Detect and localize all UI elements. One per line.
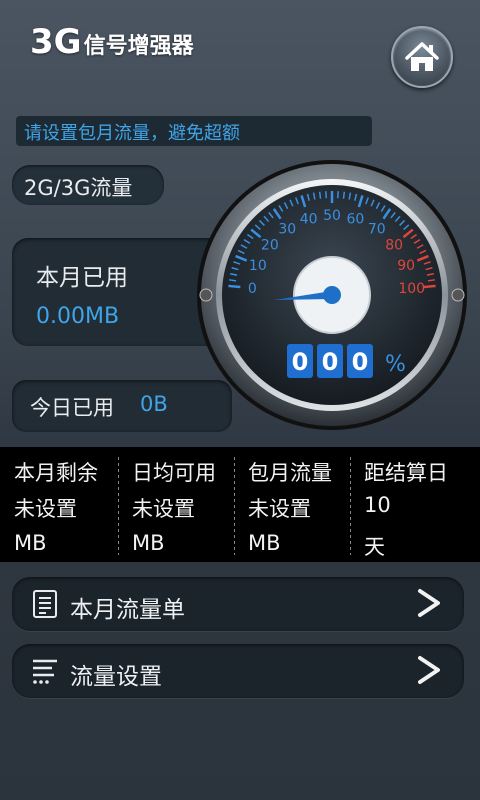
stat-unit: MB bbox=[248, 531, 281, 555]
app-title-main: 3G bbox=[30, 22, 82, 62]
quota-warning-banner: 请设置包月流量，避免超额 bbox=[16, 116, 372, 146]
quota-warning-text: 请设置包月流量，避免超额 bbox=[24, 123, 240, 144]
gauge-tick-label: 60 bbox=[346, 211, 364, 227]
stat-monthly-plan: 包月流量 未设置 MB bbox=[234, 447, 350, 562]
stat-remaining: 本月剩余 未设置 MB bbox=[0, 447, 118, 562]
menu-item-traffic-settings[interactable]: 流量设置 bbox=[12, 644, 464, 698]
gauge-tick-label: 70 bbox=[368, 222, 386, 238]
gauge-tick-label: 50 bbox=[323, 208, 341, 224]
menu-item-label: 本月流量单 bbox=[70, 597, 185, 623]
gauge-tick bbox=[318, 191, 322, 199]
gauge-dial: 010203040 50 60708090100 0 0 0% bbox=[197, 160, 467, 430]
settings-list-icon bbox=[33, 659, 57, 684]
right-screw-icon bbox=[451, 288, 465, 302]
stat-header: 本月剩余 bbox=[14, 461, 98, 485]
chevron-right-icon bbox=[418, 589, 440, 617]
menu-item-monthly-report[interactable]: 本月流量单 bbox=[12, 577, 464, 631]
home-button[interactable] bbox=[391, 26, 453, 88]
stat-unit: MB bbox=[132, 531, 165, 555]
gauge-tick bbox=[423, 284, 436, 289]
today-used-label: 今日已用 bbox=[30, 396, 114, 420]
gauge-tick bbox=[342, 191, 346, 199]
digit-text: 0 bbox=[322, 348, 339, 376]
network-mode-label: 2G/3G流量 bbox=[24, 176, 133, 200]
home-icon bbox=[405, 42, 439, 71]
left-screw-icon bbox=[199, 288, 213, 302]
stat-value: 10 bbox=[364, 493, 391, 517]
stat-value: 未设置 bbox=[14, 497, 77, 521]
usage-gauge: 0 10 20 30 40 50 60 70 80 90 100 0 0 0% bbox=[195, 158, 469, 432]
gauge-tick-label: 90 bbox=[397, 258, 415, 274]
stats-bar: 本月剩余 未设置 MB 日均可用 未设置 MB 包月流量 未设置 MB 距结算日… bbox=[0, 447, 480, 562]
stat-days-to-billing: 距结算日 10 天 bbox=[350, 447, 480, 562]
stat-value: 未设置 bbox=[248, 497, 311, 521]
gauge-needle-hub bbox=[323, 286, 341, 304]
month-used-value: 0.00MB bbox=[36, 304, 120, 329]
digit-text: 0 bbox=[352, 348, 369, 376]
gauge-tick-label: 40 bbox=[300, 211, 318, 227]
menu-item-label: 流量设置 bbox=[70, 664, 162, 690]
gauge-tick bbox=[228, 284, 241, 289]
stat-daily-available: 日均可用 未设置 MB bbox=[118, 447, 234, 562]
app-title: 3G信号增强器 bbox=[30, 22, 194, 62]
network-mode-selector[interactable]: 2G/3G流量 bbox=[12, 165, 164, 205]
gauge-tick-label: 20 bbox=[261, 238, 279, 254]
gauge-tick bbox=[427, 279, 435, 282]
gauge-tick bbox=[229, 279, 237, 282]
today-used-value: 0B bbox=[140, 392, 168, 416]
digit-text: 0 bbox=[292, 348, 309, 376]
gauge-tick-label: 10 bbox=[249, 258, 267, 274]
month-used-label: 本月已用 bbox=[36, 265, 128, 291]
app-title-sub: 信号增强器 bbox=[83, 34, 194, 59]
document-list-icon bbox=[33, 590, 57, 618]
stat-header: 距结算日 bbox=[364, 461, 448, 485]
gauge-tick-label: 30 bbox=[278, 222, 296, 238]
percent-sign: % bbox=[385, 352, 406, 377]
gauge-tick-label: 0 bbox=[248, 281, 257, 297]
stat-header: 包月流量 bbox=[248, 461, 332, 485]
chevron-right-icon bbox=[418, 656, 440, 684]
stat-value: 未设置 bbox=[132, 497, 195, 521]
stat-unit: 天 bbox=[364, 535, 385, 559]
gauge-tick-label: 100 bbox=[398, 281, 425, 297]
gauge-tick-label: 80 bbox=[385, 238, 403, 254]
stat-unit: MB bbox=[14, 531, 47, 555]
stat-header: 日均可用 bbox=[132, 461, 216, 485]
